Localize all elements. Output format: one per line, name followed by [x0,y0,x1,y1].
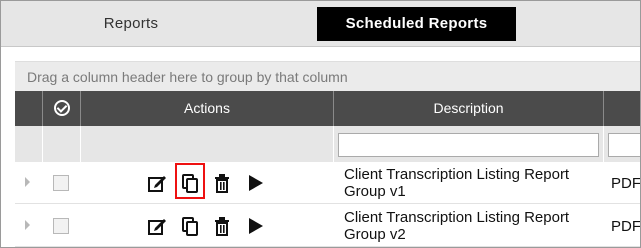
row-description: Client Transcription Listing Report Grou… [344,166,570,200]
expand-arrow-icon[interactable] [25,220,30,230]
expand-column-header [15,91,43,126]
grid-filter-row [15,126,640,162]
copy-icon[interactable] [179,215,201,237]
expand-arrow-icon[interactable] [25,177,30,187]
filter-cell-expand [15,126,43,162]
tab-reports[interactable]: Reports [11,7,251,41]
table-row: Client Transcription Listing Report Grou… [15,205,641,247]
edit-icon[interactable] [146,172,168,194]
scheduled-reports-panel: Reports Scheduled Reports Drag a column … [0,0,641,248]
description-filter-input[interactable] [338,133,599,157]
run-icon[interactable] [244,215,266,237]
row-checkbox[interactable] [53,218,69,234]
group-by-panel[interactable]: Drag a column header here to group by th… [15,61,640,91]
row-format: PDF [611,175,641,192]
format-column-header[interactable] [604,91,640,126]
row-format: PDF [611,218,641,235]
edit-icon[interactable] [146,215,168,237]
copy-highlight-box [175,163,205,199]
description-column-header[interactable]: Description [334,91,604,126]
tab-bar: Reports Scheduled Reports [1,1,640,47]
grid-header-row: Actions Description [15,91,640,126]
delete-icon[interactable] [211,215,233,237]
actions-column-header[interactable]: Actions [81,91,334,126]
run-icon[interactable] [244,172,266,194]
select-all-header[interactable] [43,91,81,126]
row-checkbox[interactable] [53,175,69,191]
filter-cell-check [43,126,81,162]
format-filter-input[interactable] [608,133,640,157]
check-circle-icon[interactable] [53,100,70,116]
row-description: Client Transcription Listing Report Grou… [344,209,570,243]
delete-icon[interactable] [211,172,233,194]
tab-scheduled-reports[interactable]: Scheduled Reports [317,7,516,41]
filter-cell-actions [81,126,334,162]
table-row: Client Transcription Listing Report Grou… [15,162,641,204]
